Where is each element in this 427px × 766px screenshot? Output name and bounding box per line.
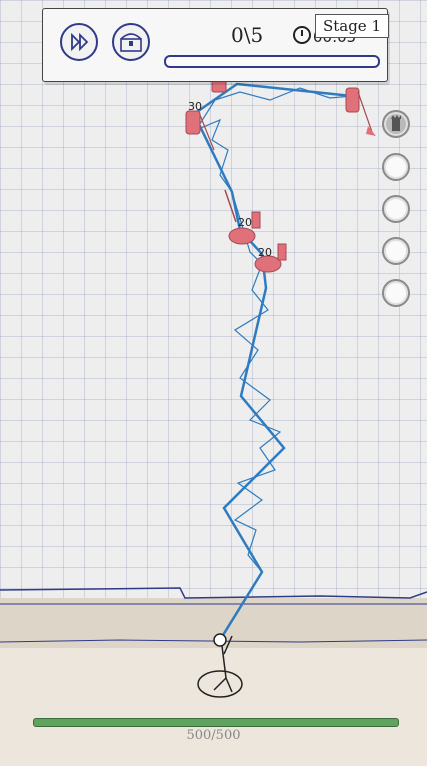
wave-progress-bar — [164, 55, 380, 68]
lightning-arc — [194, 87, 353, 573]
skill-slot-2[interactable] — [382, 153, 410, 181]
lightning-main — [192, 82, 354, 642]
skill-slot-5[interactable] — [382, 279, 410, 307]
skill-slot-tower[interactable] — [382, 110, 410, 138]
enemy-cavalry: 20 — [254, 243, 287, 273]
player-health-bar — [33, 718, 399, 727]
fast-forward-button[interactable] — [60, 23, 98, 61]
fast-forward-icon — [71, 32, 89, 52]
ground-floor — [0, 648, 427, 766]
treasure-chest-button[interactable] — [112, 23, 150, 61]
kill-counter: 0\5 — [231, 23, 264, 47]
battlefield: 30 20 20 — [0, 77, 427, 766]
player-head — [213, 633, 227, 647]
stage-label: Stage 1 — [314, 14, 389, 38]
clock-icon — [293, 26, 311, 44]
wall-line — [0, 587, 427, 599]
enemy-hp-label: 30 — [188, 100, 202, 113]
enemy-hp-label: 20 — [238, 216, 252, 229]
tower-icon — [391, 115, 401, 131]
enemy-knight — [345, 87, 376, 136]
enemy-cavalry: 20 — [224, 189, 261, 245]
skill-slot-4[interactable] — [382, 237, 410, 265]
lightning-bolt — [192, 82, 354, 642]
enemy-hp-label: 20 — [258, 246, 272, 259]
player-health-text: 500/500 — [186, 728, 241, 743]
hud-panel: 0\5 00:05 Stage 1 — [42, 8, 389, 82]
treasure-chest-icon — [120, 33, 142, 52]
skill-slot-3[interactable] — [382, 195, 410, 223]
